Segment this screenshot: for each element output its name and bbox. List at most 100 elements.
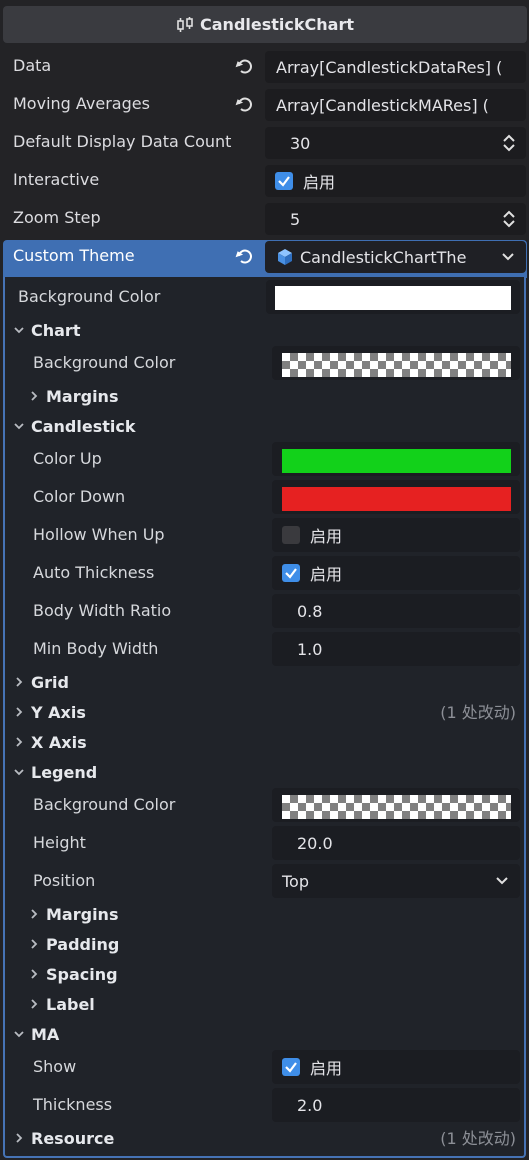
- resource-change-note: (1 处改动): [440, 1129, 516, 1148]
- auto-thickness-check-label: 启用: [310, 565, 343, 584]
- legend-position-label: Position: [33, 871, 96, 890]
- chevron-right-icon: [31, 968, 38, 979]
- zoom-step-label: Zoom Step: [13, 208, 101, 227]
- section-grid-title: Grid: [31, 673, 69, 692]
- checkbox-checked-icon[interactable]: [282, 564, 300, 582]
- chevron-right-icon: [16, 736, 23, 747]
- section-ma-title: MA: [31, 1025, 60, 1044]
- auto-thickness-label: Auto Thickness: [33, 563, 155, 582]
- color-swatch: [282, 449, 511, 473]
- color-up-label: Color Up: [33, 449, 102, 468]
- custom-theme-resource-picker[interactable]: CandlestickChartThe: [265, 241, 526, 273]
- chevron-down-icon[interactable]: [496, 877, 508, 885]
- color-swatch: [275, 286, 511, 310]
- data-value: Array[CandlestickDataRes] (: [276, 57, 503, 77]
- hollow-when-up-check-label: 启用: [310, 527, 343, 546]
- section-candlestick[interactable]: Candlestick: [13, 412, 136, 442]
- chevron-down-icon: [14, 768, 24, 775]
- section-legend-padding[interactable]: Padding: [28, 930, 119, 960]
- revert-icon[interactable]: [234, 57, 254, 77]
- chevron-right-icon: [16, 1132, 23, 1143]
- legend-height-value: 20.0: [297, 833, 333, 853]
- legend-position-dropdown[interactable]: Top: [272, 864, 520, 898]
- chart-background-color-label: Background Color: [33, 353, 176, 372]
- section-legend[interactable]: Legend: [13, 758, 97, 788]
- body-width-ratio-field[interactable]: 0.8: [272, 594, 520, 628]
- default-display-count-spinbox[interactable]: 30: [265, 127, 526, 159]
- chart-background-color-picker[interactable]: [272, 346, 520, 380]
- color-swatch: [282, 487, 511, 511]
- chevron-right-icon: [31, 390, 38, 401]
- section-chart-margins[interactable]: Margins: [28, 382, 118, 412]
- auto-thickness-checkbox[interactable]: 启用: [272, 556, 520, 590]
- moving-averages-value: Array[CandlestickMARes] (: [276, 95, 489, 115]
- interactive-check-label: 启用: [303, 173, 336, 192]
- color-down-picker[interactable]: [272, 480, 520, 514]
- candlestick-node-icon: [177, 16, 193, 32]
- color-up-picker[interactable]: [272, 442, 520, 476]
- color-down-label: Color Down: [33, 487, 126, 506]
- revert-icon[interactable]: [234, 247, 254, 267]
- section-legend-title: Legend: [31, 763, 98, 782]
- min-body-width-label: Min Body Width: [33, 639, 159, 658]
- section-legend-spacing-title: Spacing: [46, 965, 118, 984]
- legend-background-color-picker[interactable]: [272, 788, 520, 822]
- checkbox-checked-icon[interactable]: [282, 1058, 300, 1076]
- interactive-checkbox[interactable]: 启用: [265, 165, 526, 197]
- inspector-header: CandlestickChart: [3, 6, 527, 43]
- legend-height-field[interactable]: 20.0: [272, 826, 520, 860]
- revert-icon[interactable]: [234, 95, 254, 115]
- y-axis-change-note: (1 处改动): [440, 703, 516, 722]
- section-candlestick-title: Candlestick: [31, 417, 136, 436]
- inspector-title: CandlestickChart: [200, 15, 354, 34]
- spin-arrows-icon[interactable]: [502, 134, 516, 152]
- chevron-down-icon: [14, 422, 24, 429]
- chevron-right-icon: [31, 908, 38, 919]
- color-swatch-transparent: [282, 353, 511, 377]
- chevron-right-icon: [16, 706, 23, 717]
- zoom-step-spinbox[interactable]: 5: [265, 203, 526, 235]
- section-chart-margins-title: Margins: [46, 387, 119, 406]
- section-grid[interactable]: Grid: [13, 668, 69, 698]
- custom-theme-value: CandlestickChartThe: [300, 247, 467, 267]
- theme-background-color-label: Background Color: [18, 287, 161, 306]
- min-body-width-field[interactable]: 1.0: [272, 632, 520, 666]
- chevron-down-icon[interactable]: [502, 253, 514, 261]
- spin-arrows-icon[interactable]: [502, 210, 516, 228]
- section-y-axis[interactable]: Y Axis: [13, 698, 86, 728]
- section-chart-title: Chart: [31, 321, 81, 340]
- chevron-right-icon: [31, 938, 38, 949]
- checkbox-checked-icon[interactable]: [275, 172, 293, 190]
- section-legend-label[interactable]: Label: [28, 990, 95, 1020]
- section-x-axis[interactable]: X Axis: [13, 728, 87, 758]
- hollow-when-up-checkbox[interactable]: 启用: [272, 518, 520, 552]
- interactive-label: Interactive: [13, 170, 100, 189]
- section-legend-padding-title: Padding: [46, 935, 120, 954]
- moving-averages-label: Moving Averages: [13, 94, 150, 113]
- section-resource[interactable]: Resource: [13, 1124, 114, 1154]
- chevron-down-icon: [14, 1030, 24, 1037]
- legend-height-label: Height: [33, 833, 86, 852]
- ma-thickness-field[interactable]: 2.0: [272, 1088, 520, 1122]
- section-legend-label-title: Label: [46, 995, 95, 1014]
- moving-averages-field[interactable]: Array[CandlestickMARes] (: [265, 89, 526, 121]
- ma-show-check-label: 启用: [310, 1059, 343, 1078]
- section-legend-margins[interactable]: Margins: [28, 900, 118, 930]
- zoom-step-value: 5: [290, 209, 301, 229]
- default-display-count-label: Default Display Data Count: [13, 132, 232, 151]
- section-y-axis-title: Y Axis: [31, 703, 86, 722]
- theme-background-color-picker[interactable]: [266, 280, 520, 314]
- body-width-ratio-value: 0.8: [297, 601, 323, 621]
- section-chart[interactable]: Chart: [13, 316, 80, 346]
- min-body-width-value: 1.0: [297, 639, 323, 659]
- data-label: Data: [13, 56, 52, 75]
- legend-background-color-label: Background Color: [33, 795, 176, 814]
- section-ma[interactable]: MA: [13, 1020, 59, 1050]
- section-legend-margins-title: Margins: [46, 905, 119, 924]
- chevron-down-icon: [14, 326, 24, 333]
- checkbox-unchecked-icon[interactable]: [282, 526, 300, 544]
- ma-show-checkbox[interactable]: 启用: [272, 1050, 520, 1084]
- chevron-right-icon: [31, 998, 38, 1009]
- data-field[interactable]: Array[CandlestickDataRes] (: [265, 51, 526, 83]
- section-legend-spacing[interactable]: Spacing: [28, 960, 118, 990]
